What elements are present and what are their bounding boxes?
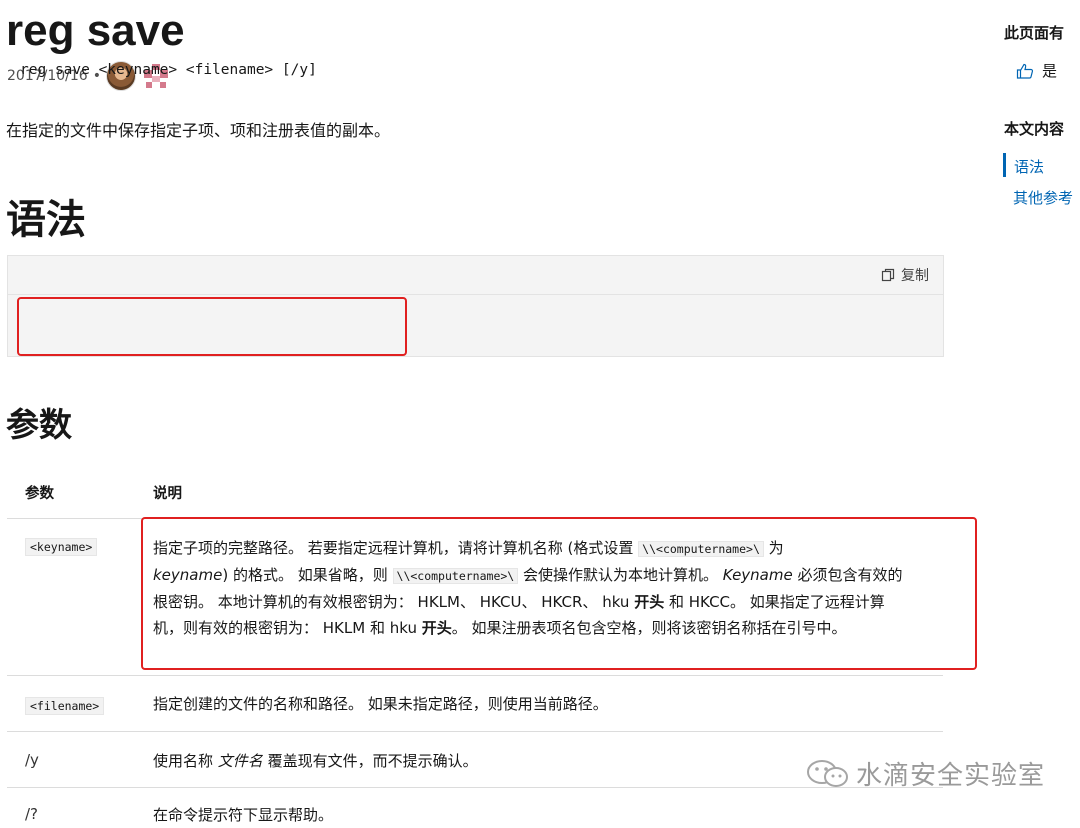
highlight-box	[141, 517, 977, 670]
param-name: /y	[25, 751, 39, 769]
watermark: 水滴安全实验室	[806, 755, 1045, 792]
param-name: /?	[25, 805, 39, 823]
table-divider	[7, 787, 943, 788]
wechat-icon	[807, 759, 848, 787]
watermark-text: 水滴安全实验室	[856, 761, 1046, 791]
column-header-description: 说明	[153, 486, 182, 502]
copy-button[interactable]: 复制	[881, 265, 929, 285]
code-toolbar: 复制	[8, 256, 943, 295]
copy-icon	[881, 268, 895, 282]
feedback-heading: 此页面有	[1004, 24, 1065, 42]
param-name: <keyname>	[25, 538, 98, 556]
highlight-box	[17, 297, 407, 356]
param-description: 指定创建的文件的名称和路径。 如果未指定路径，则使用当前路径。	[153, 695, 608, 713]
thumbs-up-icon	[1016, 63, 1034, 79]
column-header-parameter: 参数	[25, 486, 54, 502]
syntax-code: reg save <keyname> <filename> [/y]	[20, 62, 317, 78]
yes-label: 是	[1042, 62, 1058, 80]
toc-heading: 本文内容	[1004, 120, 1065, 138]
page-title: reg save	[6, 6, 185, 55]
toc-item-other-references[interactable]: 其他参考	[1013, 187, 1073, 208]
feedback-yes-button[interactable]: 是	[1016, 60, 1057, 81]
toc-active-indicator	[1003, 153, 1006, 177]
param-description: 在命令提示符下显示帮助。	[153, 806, 334, 824]
table-divider	[7, 731, 943, 732]
copy-label: 复制	[901, 268, 929, 284]
parameters-heading: 参数	[6, 405, 72, 444]
toc-item-syntax[interactable]: 语法	[1014, 156, 1044, 177]
table-divider	[7, 675, 943, 676]
syntax-heading: 语法	[6, 197, 86, 243]
page-description: 在指定的文件中保存指定子项、项和注册表值的副本。	[6, 121, 391, 140]
param-name: <filename>	[25, 697, 105, 715]
